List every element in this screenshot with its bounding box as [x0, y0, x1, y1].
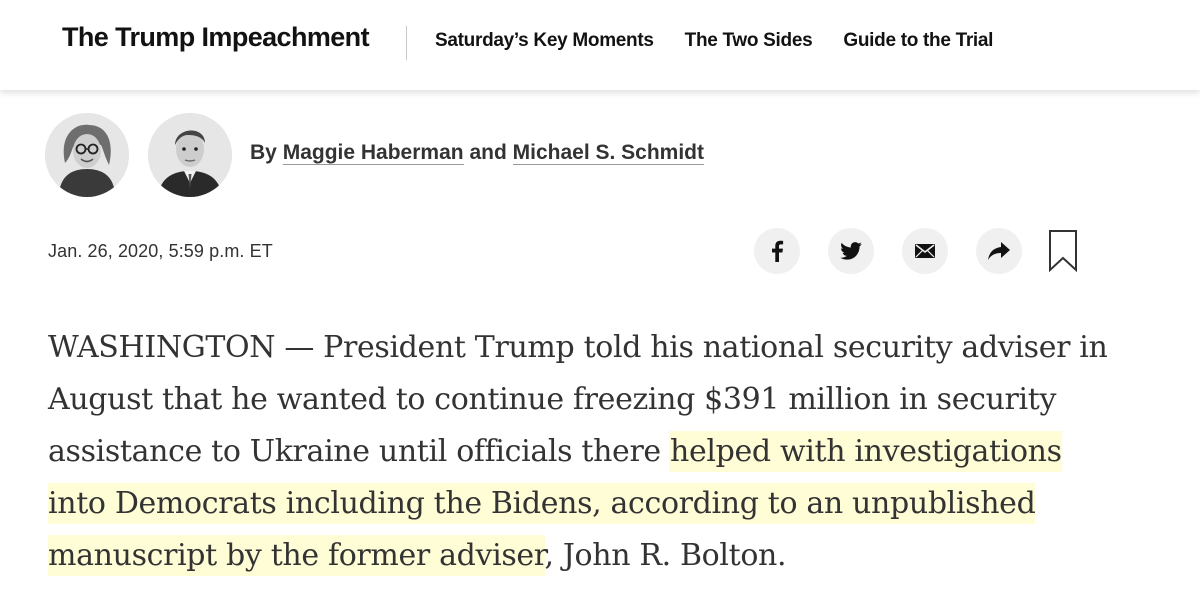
facebook-share-button[interactable]: [754, 228, 800, 274]
author-avatar-haberman[interactable]: [45, 113, 129, 197]
share-arrow-icon: [988, 242, 1010, 260]
nav-link-trial-guide[interactable]: Guide to the Trial: [843, 30, 993, 52]
facebook-icon: [772, 240, 784, 262]
email-icon: [915, 244, 935, 258]
section-brand-title[interactable]: The Trump Impeachment: [62, 22, 370, 53]
twitter-share-button[interactable]: [828, 228, 874, 274]
email-share-button[interactable]: [902, 228, 948, 274]
byline-joiner: and: [469, 141, 507, 164]
section-nav: Saturday’s Key Moments The Two Sides Gui…: [435, 30, 1024, 52]
article-lede-paragraph: WASHINGTON — President Trump told his na…: [48, 322, 1108, 582]
more-share-button[interactable]: [976, 228, 1022, 274]
nav-link-key-moments[interactable]: Saturday’s Key Moments: [435, 30, 654, 52]
byline-row: By Maggie Haberman and Michael S. Schmid…: [45, 113, 845, 199]
brand-divider: [406, 26, 407, 60]
author-photo-icon: [148, 113, 232, 197]
author-link-haberman[interactable]: Maggie Haberman: [282, 141, 464, 165]
twitter-icon: [840, 242, 862, 260]
publish-timestamp: Jan. 26, 2020, 5:59 p.m. ET: [48, 241, 273, 261]
byline: By Maggie Haberman and Michael S. Schmid…: [250, 141, 705, 165]
top-nav-bar: The Trump Impeachment Saturday’s Key Mom…: [0, 0, 1200, 90]
author-avatar-schmidt[interactable]: [148, 113, 232, 197]
byline-prefix: By: [250, 141, 277, 164]
bookmark-icon[interactable]: [1048, 229, 1078, 273]
lede-text-end: , John R. Bolton.: [544, 538, 787, 573]
nav-link-two-sides[interactable]: The Two Sides: [685, 30, 813, 52]
author-link-schmidt[interactable]: Michael S. Schmidt: [512, 141, 705, 165]
author-photo-icon: [45, 113, 129, 197]
